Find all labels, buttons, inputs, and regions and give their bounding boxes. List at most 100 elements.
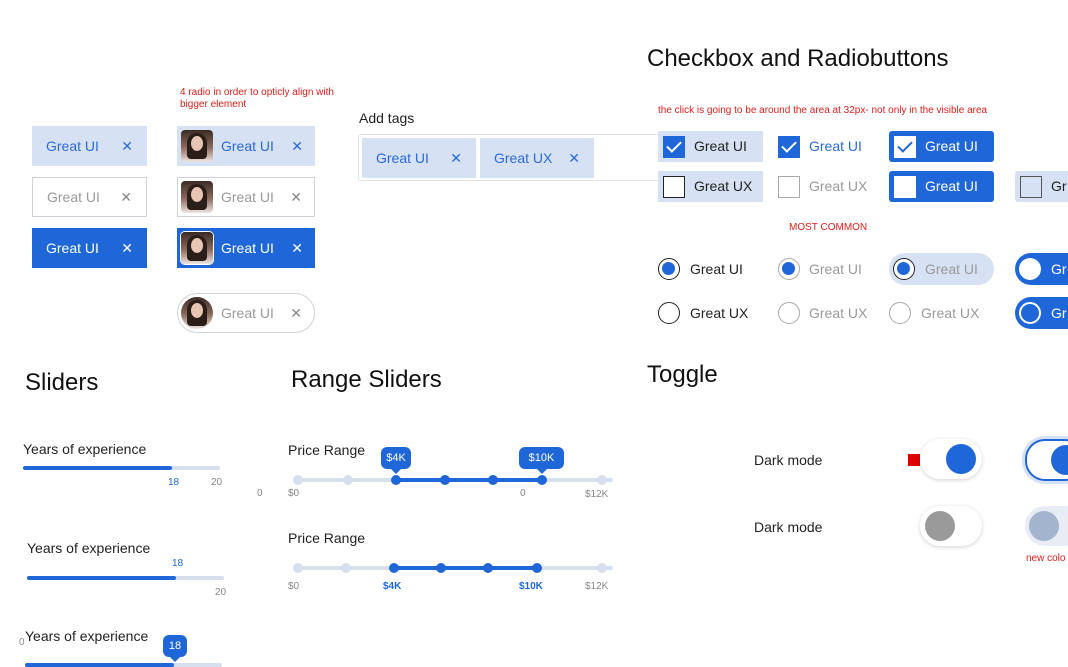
chip-outline[interactable]: Great UI ✕ — [32, 177, 147, 217]
tag-chip[interactable]: Great UX ✕ — [480, 138, 594, 178]
slider-max: 20 — [211, 477, 223, 488]
slider-label: Years of experience — [25, 628, 149, 644]
slider-fill — [23, 466, 172, 470]
checkbox-label: Great UI — [809, 138, 862, 154]
range-low-handle[interactable] — [391, 475, 401, 485]
checkbox-label: Great UX — [694, 178, 753, 194]
radio-selected[interactable] — [658, 258, 680, 280]
chip-light[interactable]: Great UI ✕ — [32, 126, 147, 166]
range-high-label: $10K — [519, 581, 543, 592]
radio-label: Great UI — [925, 261, 978, 277]
slider-tooltip: 18 — [163, 635, 187, 662]
range-high-handle[interactable] — [532, 563, 542, 573]
checkbox-unchecked[interactable] — [1020, 176, 1042, 198]
chip-label: Great UI — [221, 305, 274, 321]
checkbox-label: Great UI — [694, 138, 747, 154]
checkbox-label: Great UI — [925, 178, 978, 194]
checkbox-note: the click is going to be around the area… — [658, 105, 988, 116]
chips-note: 4 radio in order to opticly align with b… — [180, 87, 334, 110]
radio-unselected[interactable] — [889, 302, 911, 324]
slider-fill — [25, 663, 174, 667]
radio-unselected[interactable] — [1019, 302, 1041, 324]
close-icon[interactable]: ✕ — [291, 138, 303, 155]
range-max: $12K — [585, 489, 609, 500]
close-icon[interactable]: ✕ — [568, 150, 580, 167]
avatar-chip-rounded[interactable]: Great UI ✕ — [177, 293, 315, 333]
avatar — [181, 181, 213, 213]
slider-value: 18 — [172, 558, 184, 569]
range-tick — [488, 475, 498, 485]
radio-label: Gr — [1051, 305, 1067, 321]
toggle-note: new colo — [1026, 553, 1066, 564]
range-min: $0 — [288, 488, 300, 499]
range-zero: 0 — [520, 488, 526, 499]
checkbox-unchecked[interactable] — [663, 176, 685, 198]
range-title: Range Sliders — [291, 366, 442, 393]
range-tick — [597, 563, 607, 573]
range-tick — [293, 563, 303, 573]
checkbox-checked[interactable] — [894, 136, 916, 158]
range-tick — [341, 563, 351, 573]
toggle-on[interactable] — [920, 439, 982, 479]
toggle-knob — [1051, 445, 1068, 475]
radio-label: Great UI — [809, 261, 862, 277]
checkbox-checked[interactable] — [778, 136, 800, 158]
checkbox-unchecked[interactable] — [894, 176, 916, 198]
avatar — [181, 297, 213, 329]
close-icon[interactable]: ✕ — [290, 305, 302, 322]
range-fill — [394, 566, 538, 570]
radio-unselected[interactable] — [658, 302, 680, 324]
chip-solid[interactable]: Great UI ✕ — [32, 228, 147, 268]
chip-label: Great UI — [47, 189, 100, 205]
radio-label: Great UX — [921, 305, 980, 321]
close-icon[interactable]: ✕ — [121, 138, 133, 155]
close-icon[interactable]: ✕ — [120, 189, 132, 206]
range-low-label: $4K — [383, 581, 402, 592]
range-low-handle[interactable] — [389, 563, 399, 573]
close-icon[interactable]: ✕ — [121, 240, 133, 257]
checkbox-unchecked[interactable] — [778, 176, 800, 198]
slider-max: 20 — [215, 587, 227, 598]
checkbox-checked[interactable] — [663, 136, 685, 158]
radio-selected[interactable] — [893, 258, 915, 280]
range-tick — [440, 475, 450, 485]
red-marker — [908, 454, 920, 466]
slider-min: 0 — [257, 488, 263, 499]
close-icon[interactable]: ✕ — [290, 189, 302, 206]
range-tick — [597, 475, 607, 485]
toggle-off[interactable] — [920, 506, 982, 546]
tag-chip[interactable]: Great UI ✕ — [362, 138, 476, 178]
radio-label: Gr — [1051, 261, 1067, 277]
avatar — [181, 130, 213, 162]
slider-fill — [27, 576, 176, 580]
range-tick — [483, 563, 493, 573]
slider-min: 0 — [19, 637, 25, 648]
tag-label: Great UX — [494, 150, 553, 166]
range-high-handle[interactable] — [537, 475, 547, 485]
radio-label: Great UX — [690, 305, 749, 321]
toggle-on-focus[interactable] — [1025, 439, 1068, 481]
radio-selected[interactable] — [1019, 258, 1041, 280]
checkbox-label: Great UX — [809, 178, 868, 194]
range-fill — [396, 478, 542, 482]
range-label: Price Range — [288, 442, 366, 458]
avatar — [181, 232, 213, 264]
avatar-chip-outline[interactable]: Great UI ✕ — [177, 177, 315, 217]
toggle-off-alt[interactable] — [1025, 506, 1068, 546]
close-icon[interactable]: ✕ — [450, 150, 462, 167]
slider-value: 18 — [168, 477, 180, 488]
range-max: $12K — [585, 581, 609, 592]
radio-selected[interactable] — [778, 258, 800, 280]
slider-label: Years of experience — [23, 441, 147, 457]
avatar-chip-light[interactable]: Great UI ✕ — [177, 126, 315, 166]
chip-label: Great UI — [46, 138, 99, 154]
avatar-chip-solid[interactable]: Great UI ✕ — [177, 228, 315, 268]
toggle-knob — [1029, 511, 1059, 541]
tags-title: Add tags — [359, 110, 415, 126]
radio-label: Great UI — [690, 261, 743, 277]
toggle-knob — [946, 444, 976, 474]
close-icon[interactable]: ✕ — [291, 240, 303, 257]
checkbox-label: Great UI — [925, 138, 978, 154]
range-tick — [343, 475, 353, 485]
radio-unselected[interactable] — [778, 302, 800, 324]
